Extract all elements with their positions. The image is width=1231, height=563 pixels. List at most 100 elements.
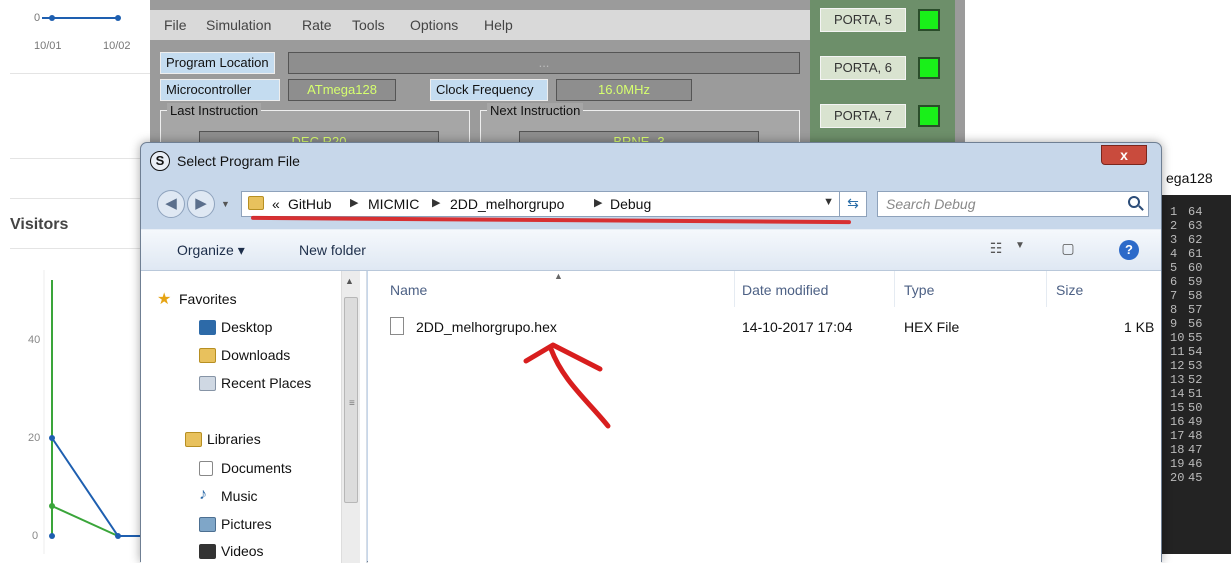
- file-list: ▲ Name Date modified Type Size 2DD_melho…: [368, 271, 1161, 563]
- pin-row: 18 47: [1170, 443, 1202, 457]
- microcontroller-value: ATmega128: [288, 79, 396, 101]
- column-type[interactable]: Type: [904, 282, 934, 298]
- desktop-icon: [199, 320, 216, 335]
- pin-number-left: 9: [1170, 317, 1178, 331]
- videos-icon: [199, 544, 216, 559]
- divider: [10, 158, 150, 159]
- forward-button[interactable]: ▶: [187, 190, 215, 218]
- pin-row: 17 48: [1170, 429, 1202, 443]
- column-name[interactable]: Name: [390, 282, 427, 298]
- star-icon: ★: [157, 291, 172, 308]
- port-button[interactable]: PORTA, 5: [820, 8, 906, 32]
- view-options-icon[interactable]: ☷: [983, 240, 1009, 262]
- pin-row: 20 45: [1170, 471, 1202, 485]
- libraries-header[interactable]: Libraries: [185, 431, 261, 447]
- search-icon[interactable]: [1128, 196, 1140, 208]
- pin-number-left: 2: [1170, 219, 1178, 233]
- search-placeholder: Search Debug: [886, 196, 976, 212]
- web-analytics-panel: 0 10/01 10/02 Visitors 40 20 0: [0, 0, 150, 554]
- navigation-pane: ★ Favorites Desktop Downloads Recent Pla…: [141, 271, 367, 563]
- file-date: 14-10-2017 17:04: [742, 319, 853, 335]
- menu-simulation[interactable]: Simulation: [206, 17, 271, 33]
- menu-rate[interactable]: Rate: [302, 17, 332, 33]
- menu-tools[interactable]: Tools: [352, 17, 385, 33]
- last-instruction-label: Last Instruction: [167, 103, 262, 118]
- column-divider[interactable]: [1046, 271, 1047, 307]
- pin-row: 2 63: [1170, 219, 1202, 233]
- nav-item-desktop[interactable]: Desktop: [199, 319, 272, 335]
- pin-number-left: 8: [1170, 303, 1178, 317]
- history-dropdown-icon[interactable]: ▼: [221, 199, 230, 209]
- chevron-right-icon[interactable]: ▶: [594, 196, 602, 209]
- port-led[interactable]: [918, 57, 940, 79]
- recent-places-icon: [199, 376, 216, 391]
- pin-number-right: 58: [1188, 289, 1203, 303]
- breadcrumb-project[interactable]: 2DD_melhorgrupo: [450, 196, 564, 212]
- file-type: HEX File: [904, 319, 960, 335]
- microcontroller-button[interactable]: Microcontroller: [160, 79, 280, 101]
- pin-number-right: 64: [1188, 205, 1203, 219]
- pin-row: 19 46: [1170, 457, 1202, 471]
- refresh-button[interactable]: ⇆: [839, 191, 867, 217]
- program-location-button[interactable]: Program Location: [160, 52, 275, 74]
- port-button[interactable]: PORTA, 7: [820, 104, 906, 128]
- new-folder-button[interactable]: New folder: [299, 242, 366, 258]
- chevron-down-icon[interactable]: ▼: [823, 196, 834, 208]
- table-row[interactable]: 2DD_melhorgrupo.hex 14-10-2017 17:04 HEX…: [390, 317, 1161, 339]
- breadcrumb-overflow[interactable]: «: [272, 196, 280, 212]
- menu-help[interactable]: Help: [484, 17, 513, 33]
- address-bar[interactable]: « GitHub ▶ MICMIC ▶ 2DD_melhorgrupo ▶ De…: [241, 191, 855, 217]
- preview-pane-icon[interactable]: ▢: [1055, 240, 1081, 262]
- pin-number-right: 47: [1188, 443, 1203, 457]
- pin-number-right: 54: [1188, 345, 1203, 359]
- column-size[interactable]: Size: [1056, 282, 1083, 298]
- chevron-right-icon[interactable]: ▶: [350, 196, 358, 209]
- breadcrumb-debug[interactable]: Debug: [610, 196, 651, 212]
- back-button[interactable]: ◀: [157, 190, 185, 218]
- pin-row: 6 59: [1170, 275, 1202, 289]
- column-divider[interactable]: [734, 271, 735, 307]
- pin-number-left: 15: [1170, 401, 1185, 415]
- pin-number-left: 20: [1170, 471, 1185, 485]
- pin-row: 10 55: [1170, 331, 1202, 345]
- pin-number-left: 11: [1170, 345, 1185, 359]
- pin-row: 15 50: [1170, 401, 1202, 415]
- nav-item-documents[interactable]: Documents: [199, 460, 292, 476]
- chevron-down-icon[interactable]: ▼: [1007, 240, 1033, 262]
- dialog-titlebar[interactable]: S Select Program File x: [141, 143, 1161, 179]
- pin-number-right: 46: [1188, 457, 1203, 471]
- visitors-chart: [43, 270, 150, 554]
- pin-number-left: 5: [1170, 261, 1178, 275]
- search-input[interactable]: Search Debug: [877, 191, 1149, 217]
- pin-row: 1 64: [1170, 205, 1202, 219]
- breadcrumb-micmic[interactable]: MICMIC: [368, 196, 419, 212]
- nav-item-pictures[interactable]: Pictures: [199, 516, 272, 532]
- breadcrumb-github[interactable]: GitHub: [288, 196, 332, 212]
- pin-number-right: 51: [1188, 387, 1203, 401]
- column-date-modified[interactable]: Date modified: [742, 282, 828, 298]
- column-divider[interactable]: [894, 271, 895, 307]
- port-led[interactable]: [918, 105, 940, 127]
- nav-item-videos[interactable]: Videos: [199, 543, 264, 559]
- menu-bar: File Simulation Rate Tools Options Help: [150, 10, 810, 40]
- organize-button[interactable]: Organize ▾: [177, 242, 245, 259]
- nav-item-recent-places[interactable]: Recent Places: [199, 375, 311, 391]
- music-icon: ♪: [199, 486, 207, 503]
- pin-row: 3 62: [1170, 233, 1202, 247]
- menu-options[interactable]: Options: [410, 17, 458, 33]
- nav-item-downloads[interactable]: Downloads: [199, 347, 290, 363]
- help-icon[interactable]: ?: [1119, 240, 1139, 260]
- scroll-up-icon[interactable]: ▲: [345, 276, 354, 286]
- chevron-right-icon[interactable]: ▶: [432, 196, 440, 209]
- nav-item-music[interactable]: ♪ Music: [199, 486, 258, 504]
- pin-row: 11 54: [1170, 345, 1202, 359]
- port-button[interactable]: PORTA, 6: [820, 56, 906, 80]
- close-button[interactable]: x: [1101, 145, 1147, 165]
- scrollbar-thumb[interactable]: ≡: [344, 297, 358, 503]
- nav-scrollbar[interactable]: ▲ ≡: [341, 271, 360, 563]
- menu-file[interactable]: File: [164, 17, 187, 33]
- favorites-header[interactable]: ★ Favorites: [157, 291, 237, 308]
- pin-number-left: 3: [1170, 233, 1178, 247]
- clock-frequency-button[interactable]: Clock Frequency: [430, 79, 548, 101]
- port-led[interactable]: [918, 9, 940, 31]
